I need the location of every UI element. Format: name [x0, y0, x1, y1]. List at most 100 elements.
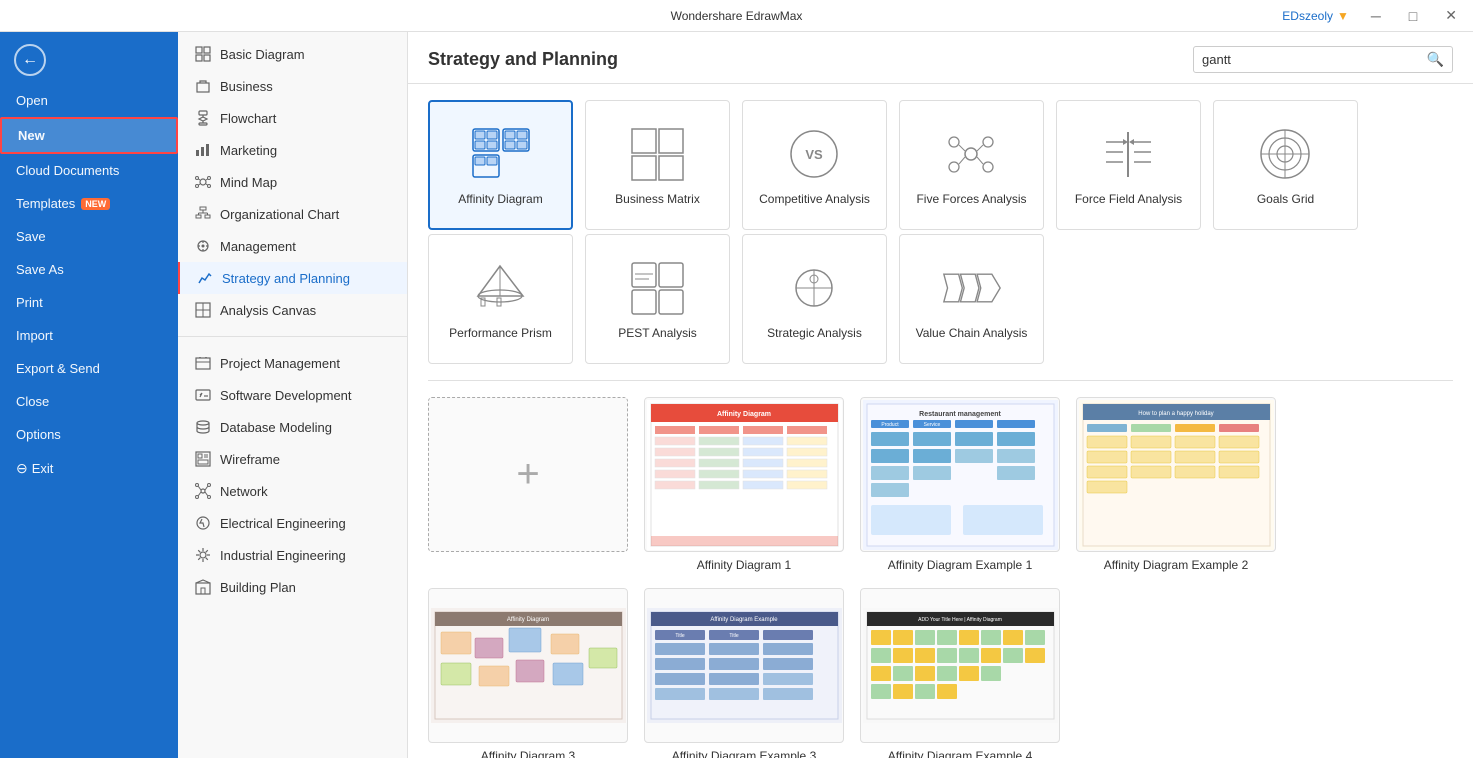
electrical-icon: [194, 514, 212, 532]
affinity-ex3-thumb: Affinity Diagram Example Title Title: [644, 588, 844, 743]
diagram-type-five-forces[interactable]: Five Forces Analysis: [899, 100, 1044, 230]
diagram-type-pest[interactable]: PEST Analysis: [585, 234, 730, 364]
search-input[interactable]: [1202, 52, 1427, 67]
goals-grid-label: Goals Grid: [1251, 192, 1320, 206]
five-forces-label: Five Forces Analysis: [910, 192, 1032, 206]
diagram-type-affinity[interactable]: Affinity Diagram: [428, 100, 573, 230]
sidebar-item-import[interactable]: Import: [0, 319, 178, 352]
diagram-type-goals-grid[interactable]: Goals Grid: [1213, 100, 1358, 230]
category-item-industrial[interactable]: Industrial Engineering: [178, 539, 407, 571]
analysis-icon: [194, 301, 212, 319]
category-item-software[interactable]: Software Development: [178, 379, 407, 411]
plus-icon: +: [516, 452, 539, 497]
svg-text:Affinity Diagram Example: Affinity Diagram Example: [710, 617, 778, 623]
diagram-type-performance-prism[interactable]: Performance Prism: [428, 234, 573, 364]
competitive-label: Competitive Analysis: [753, 192, 876, 206]
category-item-project[interactable]: Project Management: [178, 347, 407, 379]
category-item-orgchart[interactable]: Organizational Chart: [178, 198, 407, 230]
affinity1-label: Affinity Diagram 1: [644, 558, 844, 572]
template-affinity1[interactable]: Affinity Diagram: [644, 397, 844, 572]
basic-diagram-icon: [194, 45, 212, 63]
affinity-type-icon: [471, 124, 531, 184]
five-forces-icon: [942, 124, 1002, 184]
category-section-secondary: Project Management Software Development …: [178, 341, 407, 609]
exit-circle-icon: ⊖: [16, 460, 28, 477]
category-item-strategy[interactable]: Strategy and Planning: [178, 262, 407, 294]
category-item-analysis[interactable]: Analysis Canvas: [178, 294, 407, 326]
diagram-type-business-matrix[interactable]: Business Matrix: [585, 100, 730, 230]
sidebar-item-print[interactable]: Print: [0, 286, 178, 319]
category-item-management[interactable]: Management: [178, 230, 407, 262]
sidebar-item-templates[interactable]: Templates NEW: [0, 187, 178, 220]
diagram-type-strategic[interactable]: Strategic Analysis: [742, 234, 887, 364]
affinity-ex1-thumb: Restaurant management Product Service: [860, 397, 1060, 552]
network-icon: [194, 482, 212, 500]
management-icon: [194, 237, 212, 255]
username-label: EDszeoly: [1282, 9, 1333, 23]
mindmap-icon: [194, 173, 212, 191]
sidebar-item-open[interactable]: Open: [0, 84, 178, 117]
sidebar-item-saveas[interactable]: Save As: [0, 253, 178, 286]
svg-text:Restaurant management: Restaurant management: [919, 411, 1001, 418]
database-icon: [194, 418, 212, 436]
orgchart-icon: [194, 205, 212, 223]
main-content: Strategy and Planning 🔍: [408, 32, 1473, 758]
template-affinity-ex2[interactable]: How to plan a happy holiday: [1076, 397, 1276, 572]
category-item-mindmap[interactable]: Mind Map: [178, 166, 407, 198]
sidebar-item-options[interactable]: Options: [0, 418, 178, 451]
svg-text:Affinity Diagram: Affinity Diagram: [716, 411, 770, 418]
business-matrix-label: Business Matrix: [609, 192, 706, 206]
minimize-button[interactable]: ─: [1365, 6, 1387, 26]
category-item-electrical[interactable]: Electrical Engineering: [178, 507, 407, 539]
affinity-label: Affinity Diagram: [452, 192, 548, 206]
marketing-icon: [194, 141, 212, 159]
value-chain-label: Value Chain Analysis: [910, 326, 1034, 340]
strategic-icon: [785, 258, 845, 318]
category-item-wireframe[interactable]: Wireframe: [178, 443, 407, 475]
sidebar-item-exit[interactable]: ⊖ Exit: [0, 451, 178, 486]
business-matrix-icon: [628, 124, 688, 184]
user-info: EDszeoly ▼: [1282, 9, 1349, 23]
category-section-main: Basic Diagram Business Flowchart Marketi…: [178, 32, 407, 332]
template-affinity3[interactable]: Affinity Diagram: [428, 588, 628, 758]
template-affinity-ex4[interactable]: ADD Your Title Here | Affinity Diagram: [860, 588, 1060, 758]
template-new-blank[interactable]: +: [428, 397, 628, 572]
affinity-ex1-label: Affinity Diagram Example 1: [860, 558, 1060, 572]
sidebar-item-cloud[interactable]: Cloud Documents: [0, 154, 178, 187]
diagram-type-competitive[interactable]: VS Competitive Analysis: [742, 100, 887, 230]
affinity-ex3-label: Affinity Diagram Example 3: [644, 749, 844, 758]
svg-text:Title: Title: [729, 633, 738, 639]
svg-text:Product: Product: [881, 422, 899, 428]
flowchart-icon: [194, 109, 212, 127]
search-icon[interactable]: 🔍: [1427, 51, 1444, 68]
template-affinity-ex1[interactable]: Restaurant management Product Service: [860, 397, 1060, 572]
sidebar-item-close[interactable]: Close: [0, 385, 178, 418]
category-item-marketing[interactable]: Marketing: [178, 134, 407, 166]
search-box[interactable]: 🔍: [1193, 46, 1453, 73]
diagram-type-force-field[interactable]: Force Field Analysis: [1056, 100, 1201, 230]
sidebar-item-save[interactable]: Save: [0, 220, 178, 253]
title-bar: Wondershare EdrawMax EDszeoly ▼ ─ □ ✕: [0, 0, 1473, 32]
sidebar-item-new[interactable]: New: [0, 117, 178, 154]
back-circle-icon: ←: [14, 44, 46, 76]
category-item-business[interactable]: Business: [178, 70, 407, 102]
category-item-building[interactable]: Building Plan: [178, 571, 407, 603]
diagram-type-value-chain[interactable]: Value Chain Analysis: [899, 234, 1044, 364]
category-item-flowchart[interactable]: Flowchart: [178, 102, 407, 134]
affinity-ex2-thumb: How to plan a happy holiday: [1076, 397, 1276, 552]
template-affinity-ex3[interactable]: Affinity Diagram Example Title Title: [644, 588, 844, 758]
main-header: Strategy and Planning 🔍: [408, 32, 1473, 84]
category-item-basic[interactable]: Basic Diagram: [178, 38, 407, 70]
category-item-database[interactable]: Database Modeling: [178, 411, 407, 443]
back-button[interactable]: ←: [0, 36, 178, 84]
category-item-network[interactable]: Network: [178, 475, 407, 507]
force-field-label: Force Field Analysis: [1069, 192, 1188, 206]
wireframe-icon: [194, 450, 212, 468]
app-body: ← Open New Cloud Documents Templates NEW…: [0, 32, 1473, 758]
performance-prism-icon: [471, 258, 531, 318]
close-button[interactable]: ✕: [1439, 5, 1463, 26]
sidebar-item-export[interactable]: Export & Send: [0, 352, 178, 385]
maximize-button[interactable]: □: [1403, 6, 1423, 26]
content-area: Affinity Diagram Business Matrix: [408, 84, 1473, 758]
templates-grid: + Affinity Diagram: [428, 397, 1453, 758]
